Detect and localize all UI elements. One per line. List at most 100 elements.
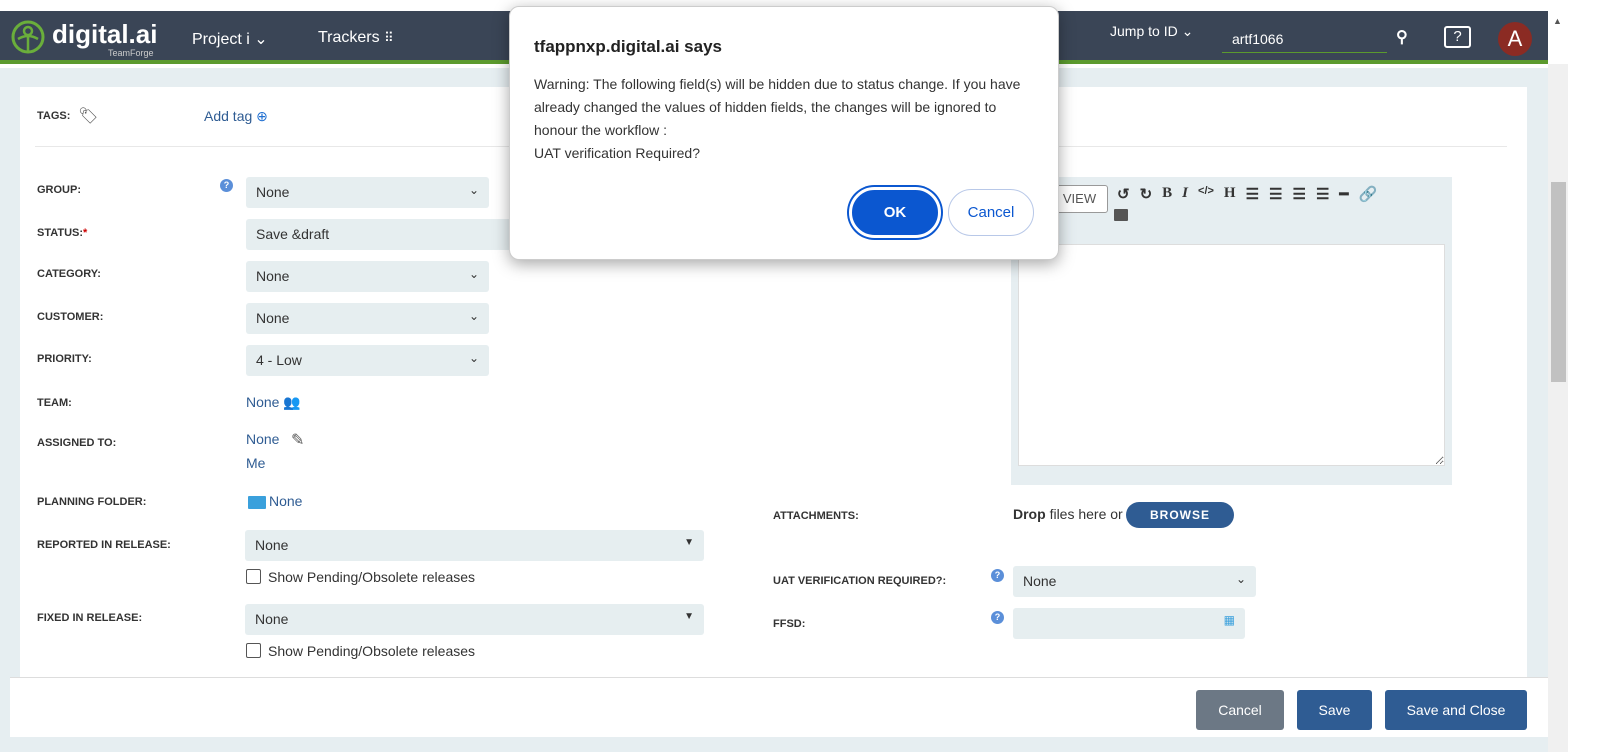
chevron-down-icon: ⌄ <box>468 309 479 323</box>
priority-select[interactable]: 4 - Low ⌄ <box>246 345 489 376</box>
customer-value: None <box>256 310 290 326</box>
project-label: Project i <box>192 31 250 48</box>
assigned-to-label: ASSIGNED TO: <box>37 437 117 449</box>
jump-to-id-input[interactable] <box>1222 25 1387 53</box>
code-icon[interactable]: </> <box>1198 185 1214 203</box>
pencil-icon[interactable]: ✎ <box>291 430 304 450</box>
uat-select[interactable]: None ⌄ <box>1013 566 1256 597</box>
files-here-text: files here or <box>1049 506 1123 522</box>
description-editor: VIEW ↺ ↻ B I </> H ☰ ☰ ☰ ☰ ━ 🔗 <box>1011 177 1452 485</box>
help-icon[interactable]: ? <box>991 569 1004 582</box>
alert-dialog: tfappnxp.digital.ai says Warning: The fo… <box>509 6 1059 260</box>
reported-value: None <box>255 537 289 553</box>
heading-icon[interactable]: H <box>1224 185 1236 203</box>
status-label: STATUS:* <box>37 227 87 239</box>
editor-toolbar: ↺ ↻ B I </> H ☰ ☰ ☰ ☰ ━ 🔗 <box>1117 185 1377 203</box>
folder-icon <box>248 496 266 509</box>
scrollbar[interactable] <box>1548 64 1568 752</box>
outdent-icon[interactable]: ☰ <box>1316 185 1329 203</box>
tag-icon: 🏷 <box>78 108 99 125</box>
planning-folder-label: PLANNING FOLDER: <box>37 496 147 508</box>
customer-select[interactable]: None ⌄ <box>246 303 489 334</box>
numbered-list-icon[interactable]: ☰ <box>1269 185 1282 203</box>
bold-icon[interactable]: B <box>1162 185 1172 203</box>
category-label: CATEGORY: <box>37 268 101 280</box>
help-icon[interactable]: ? <box>1444 26 1471 48</box>
assigned-to-value[interactable]: None <box>246 431 279 447</box>
chevron-down-icon: ⌄ <box>468 267 479 281</box>
caret-down-icon: ▼ <box>684 611 694 622</box>
save-button[interactable]: Save <box>1297 690 1372 730</box>
italic-icon[interactable]: I <box>1182 185 1188 203</box>
calendar-icon[interactable]: ▦ <box>1224 613 1235 627</box>
category-value: None <box>256 268 290 284</box>
trackers-label: Trackers <box>318 29 380 46</box>
horizontal-rule-icon[interactable]: ━ <box>1339 185 1348 203</box>
save-and-close-button[interactable]: Save and Close <box>1385 690 1527 730</box>
dialog-hidden-field: UAT verification Required? <box>534 145 701 161</box>
dialog-ok-button[interactable]: OK <box>849 187 941 238</box>
project-menu[interactable]: Project i ⌄ <box>192 29 268 49</box>
digital-ai-logo-icon <box>11 20 45 54</box>
redo-icon[interactable]: ↻ <box>1140 185 1153 203</box>
status-label-text: STATUS: <box>37 227 84 239</box>
assign-to-me-link[interactable]: Me <box>246 455 265 471</box>
grid-icon: ⠿ <box>384 30 394 45</box>
help-icon[interactable]: ? <box>991 611 1004 624</box>
group-label: GROUP: <box>37 184 81 196</box>
link-icon[interactable]: 🔗 <box>1358 185 1377 203</box>
category-select[interactable]: None ⌄ <box>246 261 489 292</box>
planning-folder-link[interactable]: None <box>269 493 302 509</box>
show-pending-checkbox-fixed[interactable] <box>246 643 261 658</box>
dialog-title: tfappnxp.digital.ai says <box>534 37 722 56</box>
add-tag-label: Add tag <box>204 108 253 124</box>
tags-label: TAGS: <box>37 110 71 122</box>
uat-value: None <box>1023 573 1057 589</box>
ffsd-date-input[interactable]: ▦ <box>1013 608 1245 639</box>
add-tag-link[interactable]: Add tag ⊕ <box>204 108 268 125</box>
status-select[interactable]: Save &draft <box>246 219 516 250</box>
customer-label: CUSTOMER: <box>37 311 104 323</box>
drop-zone[interactable]: Drop files here or <box>1013 506 1123 522</box>
help-icon[interactable]: ? <box>220 179 233 192</box>
team-value: None <box>246 394 280 410</box>
trackers-menu[interactable]: Trackers ⠿ <box>318 29 394 47</box>
scrollbar-thumb[interactable] <box>1551 182 1566 382</box>
bullet-list-icon[interactable]: ☰ <box>1246 185 1259 203</box>
team-link[interactable]: None 👥 <box>246 394 301 411</box>
fixed-in-release-label: FIXED IN RELEASE: <box>37 612 143 624</box>
avatar[interactable]: A <box>1498 22 1532 56</box>
chevron-down-icon: ⌄ <box>1235 572 1246 586</box>
dialog-cancel-button[interactable]: Cancel <box>948 189 1034 236</box>
jump-to-id-menu[interactable]: Jump to ID ⌄ <box>1110 23 1193 40</box>
chevron-down-icon: ⌄ <box>468 183 479 197</box>
undo-icon[interactable]: ↺ <box>1117 185 1130 203</box>
required-marker: * <box>83 227 88 239</box>
caret-down-icon: ▼ <box>684 537 694 548</box>
logo-subtext: TeamForge <box>108 48 154 58</box>
logo-text: digital.ai <box>52 19 158 49</box>
reported-in-release-label: REPORTED IN RELEASE: <box>37 539 171 551</box>
dialog-message-text: Warning: The following field(s) will be … <box>534 76 1021 138</box>
indent-icon[interactable]: ☰ <box>1293 185 1306 203</box>
show-pending-checkbox[interactable] <box>246 569 261 584</box>
scroll-up-icon[interactable]: ▲ <box>1553 16 1562 26</box>
fixed-value: None <box>255 611 289 627</box>
team-users-icon: 👥 <box>283 394 301 410</box>
image-icon[interactable] <box>1114 209 1128 221</box>
preview-button[interactable]: VIEW <box>1051 185 1108 213</box>
cancel-button[interactable]: Cancel <box>1196 690 1284 730</box>
reported-in-release-select[interactable]: None ▼ <box>245 530 704 561</box>
plus-circle-icon: ⊕ <box>256 108 268 124</box>
browse-button[interactable]: BROWSE <box>1126 502 1234 528</box>
fixed-in-release-select[interactable]: None ▼ <box>245 604 704 635</box>
show-pending-label: Show Pending/Obsolete releases <box>268 569 476 585</box>
description-textarea[interactable] <box>1018 244 1445 466</box>
drop-text: Drop <box>1013 506 1046 522</box>
search-icon[interactable]: ⚲ <box>1396 27 1408 47</box>
priority-label: PRIORITY: <box>37 353 92 365</box>
priority-value: 4 - Low <box>256 352 302 368</box>
dialog-message: Warning: The following field(s) will be … <box>534 73 1039 165</box>
jump-label: Jump to ID <box>1110 23 1178 39</box>
group-select[interactable]: None ⌄ <box>246 177 489 208</box>
